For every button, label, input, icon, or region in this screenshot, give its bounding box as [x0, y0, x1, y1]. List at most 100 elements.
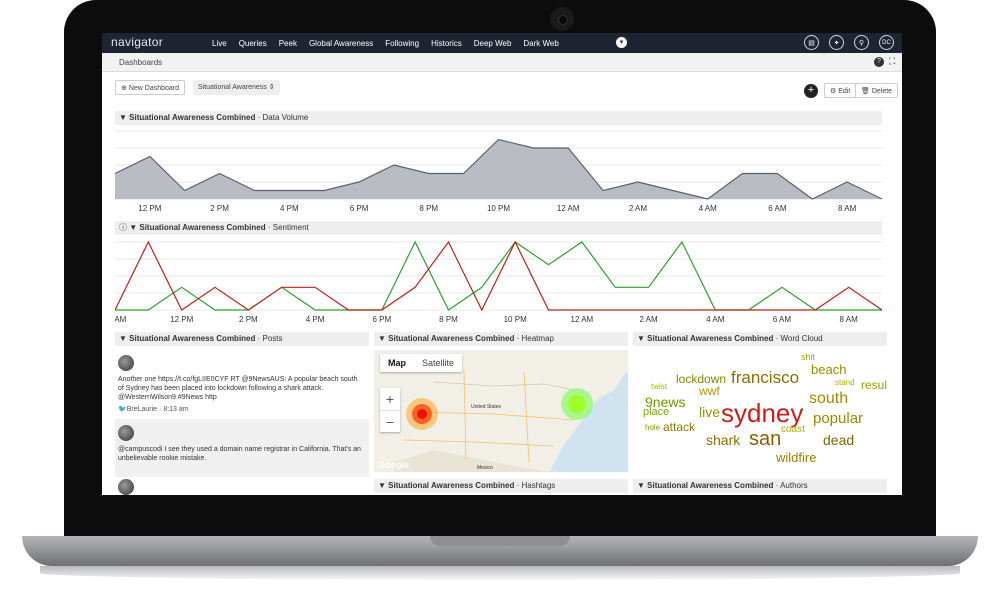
delete-button[interactable]: 🗑 Delete [855, 83, 899, 98]
search-icon[interactable]: ⚲ [854, 35, 869, 50]
tab-satellite[interactable]: Satellite [414, 354, 462, 372]
sentiment-panel-header: ⓘ ▼ Situational Awareness Combined · Sen… [115, 221, 882, 235]
word-cloud-word[interactable]: francisco [731, 368, 799, 388]
filter-icon: ▼ [378, 481, 389, 490]
filter-icon: ▼ [129, 223, 140, 232]
nav-item-peek[interactable]: Peek [273, 39, 303, 48]
map-label-us: United States [471, 404, 502, 410]
panel-subtitle: Posts [262, 334, 283, 343]
x-tick-label: 8 AM [838, 204, 857, 213]
avatar[interactable] [118, 425, 134, 441]
zoom-out-button[interactable]: − [380, 411, 400, 433]
nav-item-live[interactable]: Live [206, 39, 233, 48]
new-dashboard-label: New Dashboard [128, 85, 180, 92]
word-cloud-word[interactable]: shit [801, 352, 815, 362]
nav-item-queries[interactable]: Queries [233, 39, 273, 48]
filter-icon: ▼ [119, 113, 130, 122]
filter-icon: ▼ [637, 481, 648, 490]
avatar[interactable] [118, 479, 134, 495]
word-cloud-word[interactable]: attack [663, 420, 695, 434]
top-navbar: navigator Live Queries Peek Global Aware… [102, 33, 902, 53]
zoom-in-button[interactable]: + [380, 388, 400, 411]
word-cloud-word[interactable]: coast [781, 424, 805, 435]
post-meta: 🐦BreLaurie · 8:13 am [118, 406, 189, 413]
twitter-icon: 🐦 [118, 406, 127, 413]
map-zoom-controls: + − [380, 388, 400, 432]
word-cloud-word[interactable]: stand [835, 378, 855, 387]
sort-icon: ⇕ [266, 84, 275, 91]
word-cloud-word[interactable]: dead [823, 432, 854, 448]
data-volume-chart: 12 PM 2 PM 4 PM 6 PM 8 PM 10 PM 12 AM 2 AM 4 AM 6… [115, 130, 882, 213]
authors-panel-header: ▼ Situational Awareness Combined · Autho… [633, 479, 887, 493]
hashtags-panel-header: ▼ Situational Awareness Combined · Hasht… [374, 479, 628, 493]
fullscreen-icon[interactable]: ⛶ [889, 56, 895, 67]
x-tick-label: 8 PM [439, 315, 458, 324]
heatmap-panel-header: ▼ Situational Awareness Combined · Heatm… [374, 332, 628, 346]
edit-button[interactable]: ⚙ Edit [824, 83, 857, 98]
word-cloud-word[interactable]: twist [651, 382, 667, 391]
webcam [550, 7, 574, 31]
filter-icon: ▼ [378, 334, 389, 343]
panel-title: Situational Awareness Combined [647, 481, 774, 490]
word-cloud-word[interactable]: san [749, 428, 781, 451]
app-screen: navigator Live Queries Peek Global Aware… [102, 33, 902, 495]
nav-item-historics[interactable]: Historics [425, 39, 468, 48]
word-cloud-word[interactable]: hole [645, 423, 660, 432]
list-item[interactable]: @campuscodi I see they used a domain nam… [115, 419, 369, 477]
posts-panel-header: ▼ Situational Awareness Combined · Posts [115, 332, 369, 346]
word-cloud-word[interactable]: wwf [699, 384, 720, 398]
tab-map[interactable]: Map [380, 354, 414, 372]
x-tick-label: 8 AM [840, 315, 859, 324]
x-tick-label: 12 PM [138, 204, 161, 213]
avatar[interactable] [118, 355, 134, 371]
notifications-icon[interactable]: ▤ [804, 35, 819, 50]
word-cloud-word[interactable]: wildfire [776, 450, 816, 465]
wordcloud-panel-header: ▼ Situational Awareness Combined · Word … [633, 332, 887, 346]
nav-item-following[interactable]: Following [379, 39, 425, 48]
x-tick-label: 12 PM [170, 315, 193, 324]
post-author[interactable]: BreLaurie [127, 406, 157, 413]
info-icon: ⓘ [119, 223, 130, 232]
panel-subtitle: Word Cloud [780, 334, 823, 343]
chevron-down-icon[interactable]: ▾ [616, 37, 627, 48]
map-label-mexico: Mexico [477, 465, 493, 471]
word-cloud-word[interactable]: resul [861, 378, 887, 392]
new-dashboard-button[interactable]: ⊕ New Dashboard [115, 80, 186, 95]
x-tick-label: 4 AM [706, 315, 725, 324]
sentiment-chart: 10 AM 12 PM 2 PM 4 PM 6 PM 8 PM 10 PM 12 AM 2 AM… [115, 240, 882, 324]
post-text: @campuscodi I see they used a domain nam… [118, 446, 361, 462]
x-tick-label: 4 AM [699, 204, 718, 213]
nav-item-deep-web[interactable]: Deep Web [468, 39, 518, 48]
heatmap-map[interactable]: Map Satellite + − United States Mexico G… [374, 350, 628, 472]
add-widget-button[interactable]: + [804, 84, 818, 98]
panel-subtitle: Hashtags [521, 481, 556, 490]
list-item[interactable]: Another one https://t.co/fgLIIE0CYF RT @… [115, 347, 369, 413]
posts-feed[interactable]: Another one https://t.co/fgLIIE0CYF RT @… [115, 347, 369, 495]
x-tick-label: 6 PM [350, 204, 369, 213]
x-tick-label: 4 PM [280, 204, 299, 213]
app-logo[interactable]: navigator [111, 35, 163, 49]
breadcrumb-bar: Dashboards ? ⛶ [102, 53, 902, 72]
word-cloud-word[interactable]: live [699, 404, 720, 420]
google-logo: Google [378, 460, 409, 470]
user-avatar[interactable]: DC [879, 35, 894, 50]
panel-subtitle: Heatmap [521, 334, 554, 343]
word-cloud-word[interactable]: place [643, 406, 669, 418]
nav-item-dark-web[interactable]: Dark Web [517, 39, 564, 48]
delete-label: Delete [871, 88, 893, 95]
x-tick-label: 2 AM [629, 204, 648, 213]
x-tick-label: 2 PM [210, 204, 229, 213]
word-cloud-word[interactable]: shark [706, 432, 740, 448]
x-tick-label: 6 AM [768, 204, 787, 213]
pin-icon[interactable]: ✦ [829, 35, 844, 50]
nav-menu: Live Queries Peek Global Awareness Follo… [206, 33, 565, 53]
word-cloud-word[interactable]: beach [811, 362, 846, 377]
x-tick-label: 2 PM [239, 315, 258, 324]
dashboard-select[interactable]: Situational Awareness ⇕ [193, 80, 280, 95]
post-text: Another one https://t.co/fgLIIE0CYF RT @… [118, 376, 358, 401]
word-cloud-word[interactable]: south [809, 390, 848, 408]
x-tick-label: 2 AM [639, 315, 658, 324]
help-icon[interactable]: ? [874, 57, 884, 67]
word-cloud-word[interactable]: popular [813, 410, 863, 427]
nav-item-global-awareness[interactable]: Global Awareness [303, 39, 379, 48]
